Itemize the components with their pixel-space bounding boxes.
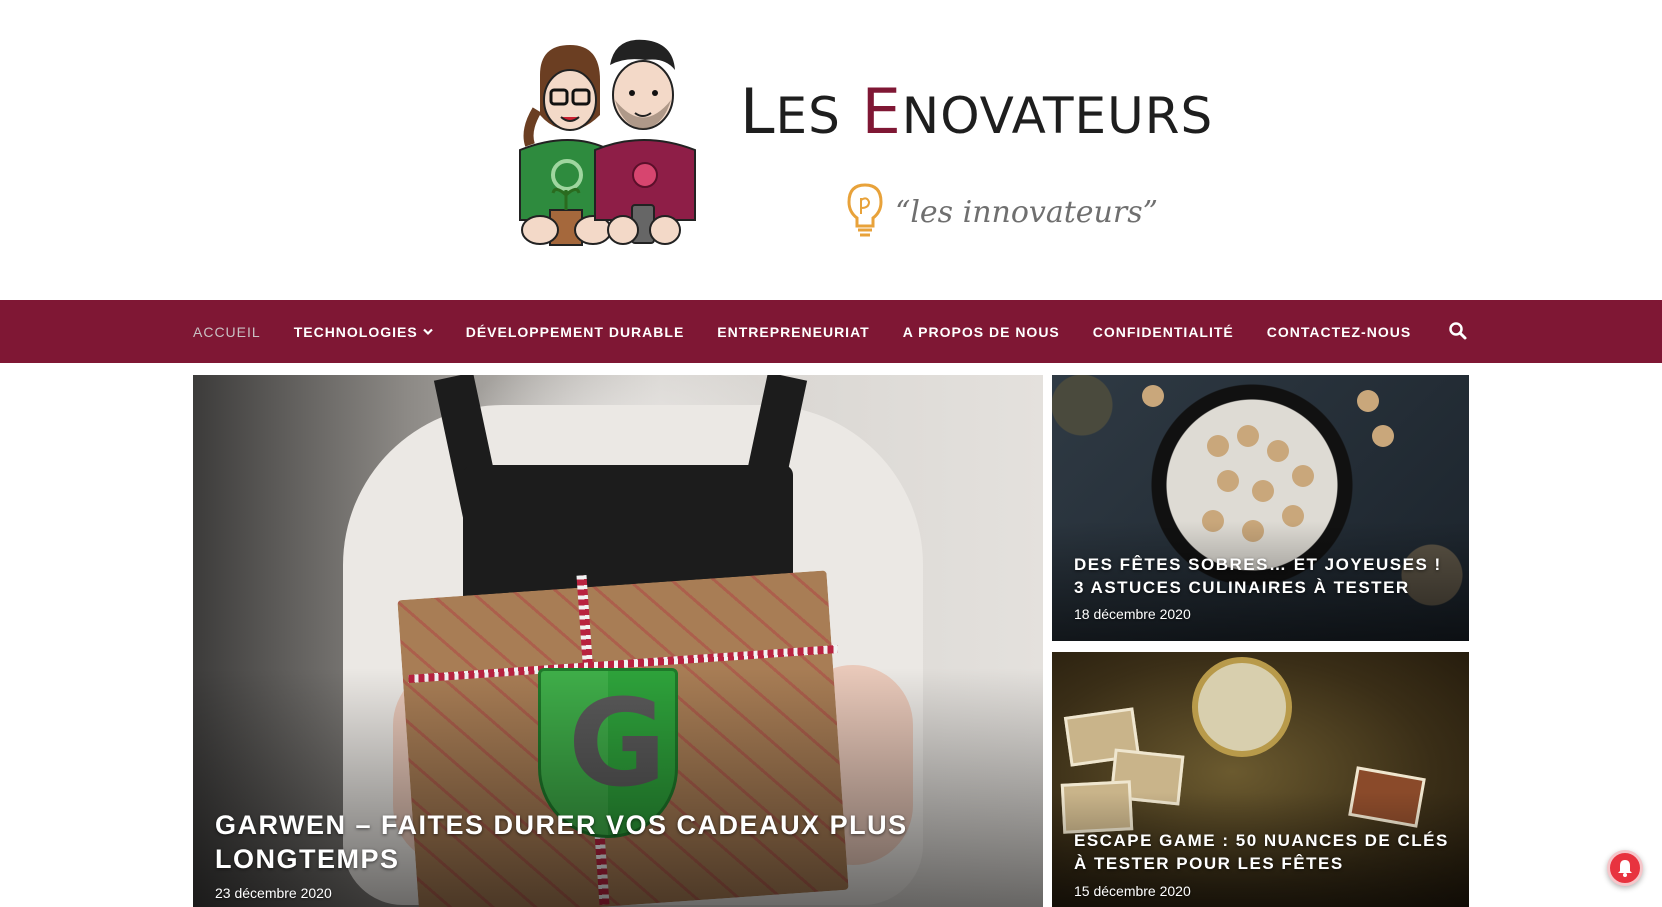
nav-menu: ACCUEIL TECHNOLOGIES DÉVELOPPEMENT DURAB… xyxy=(193,300,1444,363)
post-title[interactable]: DES FÊTES SOBRES… ET JOYEUSES ! 3 ASTUCE… xyxy=(1074,553,1454,599)
featured-post-main[interactable]: G GARWEN – FAITES DURER VOS CADEAUX PLUS… xyxy=(193,375,1043,907)
search-icon[interactable] xyxy=(1448,321,1468,341)
bell-icon xyxy=(1618,860,1632,877)
post-title[interactable]: ESCAPE GAME : 50 NUANCES DE CLÉS À TESTE… xyxy=(1074,829,1454,875)
featured-post-top[interactable]: DES FÊTES SOBRES… ET JOYEUSES ! 3 ASTUCE… xyxy=(1052,375,1469,641)
notification-bell-button[interactable] xyxy=(1607,850,1643,886)
post-date: 15 décembre 2020 xyxy=(1074,883,1191,899)
nav-item-developpement-durable[interactable]: DÉVELOPPEMENT DURABLE xyxy=(466,324,685,340)
nav-item-a-propos[interactable]: A PROPOS DE NOUS xyxy=(903,324,1060,340)
logo-tagline: “les innovateurs” xyxy=(895,195,1158,230)
main-navigation: ACCUEIL TECHNOLOGIES DÉVELOPPEMENT DURAB… xyxy=(0,300,1662,363)
post-date: 18 décembre 2020 xyxy=(1074,606,1191,622)
site-logo[interactable]: LES ENOVATEURS “les innovateurs” xyxy=(495,35,1212,265)
lightbulb-icon xyxy=(847,183,883,237)
site-header: LES ENOVATEURS “les innovateurs” xyxy=(0,0,1662,300)
post-title[interactable]: GARWEN – FAITES DURER VOS CADEAUX PLUS L… xyxy=(215,808,975,876)
nav-item-technologies[interactable]: TECHNOLOGIES xyxy=(294,324,433,340)
chevron-down-icon xyxy=(422,328,433,335)
nav-item-contact[interactable]: CONTACTEZ-NOUS xyxy=(1267,324,1411,340)
logo-title: LES ENOVATEURS xyxy=(740,75,1214,148)
nav-item-confidentialite[interactable]: CONFIDENTIALITÉ xyxy=(1093,324,1234,340)
clock-image xyxy=(1192,657,1292,757)
nav-item-accueil[interactable]: ACCUEIL xyxy=(193,324,261,340)
post-date: 23 décembre 2020 xyxy=(215,885,332,901)
mascots-illustration xyxy=(519,39,696,246)
nav-item-entrepreneuriat[interactable]: ENTREPRENEURIAT xyxy=(717,324,869,340)
featured-post-bottom[interactable]: ESCAPE GAME : 50 NUANCES DE CLÉS À TESTE… xyxy=(1052,652,1469,907)
